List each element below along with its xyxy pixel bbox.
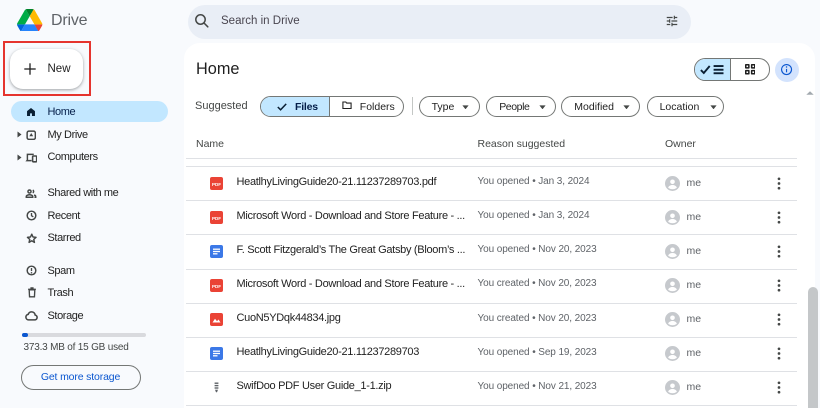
svg-text:PDF: PDF: [212, 284, 221, 289]
svg-text:PDF: PDF: [212, 182, 221, 187]
svg-text:PDF: PDF: [212, 216, 221, 221]
